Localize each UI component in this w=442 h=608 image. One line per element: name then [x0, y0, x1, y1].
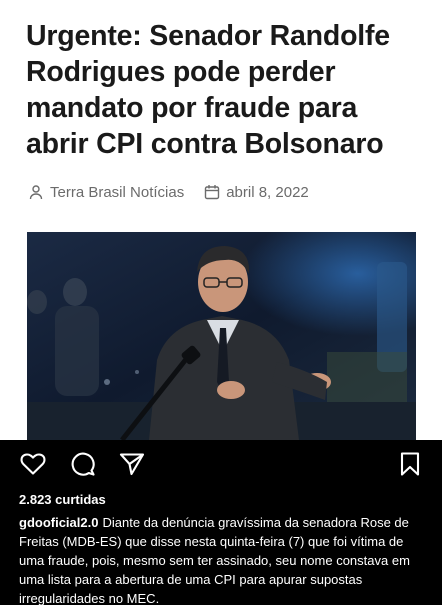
- bookmark-icon: [399, 451, 421, 482]
- article-meta: Terra Brasil Notícias abril 8, 2022: [28, 181, 309, 203]
- heart-icon: [20, 452, 46, 481]
- post-username[interactable]: gdooficial2.0: [19, 515, 98, 530]
- share-button[interactable]: [118, 452, 146, 480]
- article-card: Urgente: Senador Randolfe Rodrigues pode…: [0, 0, 442, 440]
- comment-icon: [70, 451, 96, 482]
- post-actions: [0, 451, 442, 482]
- calendar-icon: [204, 184, 220, 200]
- user-icon: [28, 184, 44, 200]
- like-button[interactable]: [19, 452, 47, 480]
- share-icon: [119, 452, 145, 481]
- article-date: abril 8, 2022: [226, 183, 309, 201]
- comment-button[interactable]: [69, 452, 97, 480]
- likes-count[interactable]: 2.823 curtidas: [19, 492, 106, 507]
- article-headline[interactable]: Urgente: Senador Randolfe Rodrigues pode…: [26, 18, 426, 162]
- instagram-post-footer: 2.823 curtidas gdooficial2.0 Diante da de…: [0, 440, 442, 608]
- article-photo: [27, 232, 416, 440]
- post-caption: gdooficial2.0 Diante da denúncia gravíssi…: [19, 513, 427, 608]
- article-author[interactable]: Terra Brasil Notícias: [50, 184, 184, 201]
- save-button[interactable]: [396, 451, 424, 482]
